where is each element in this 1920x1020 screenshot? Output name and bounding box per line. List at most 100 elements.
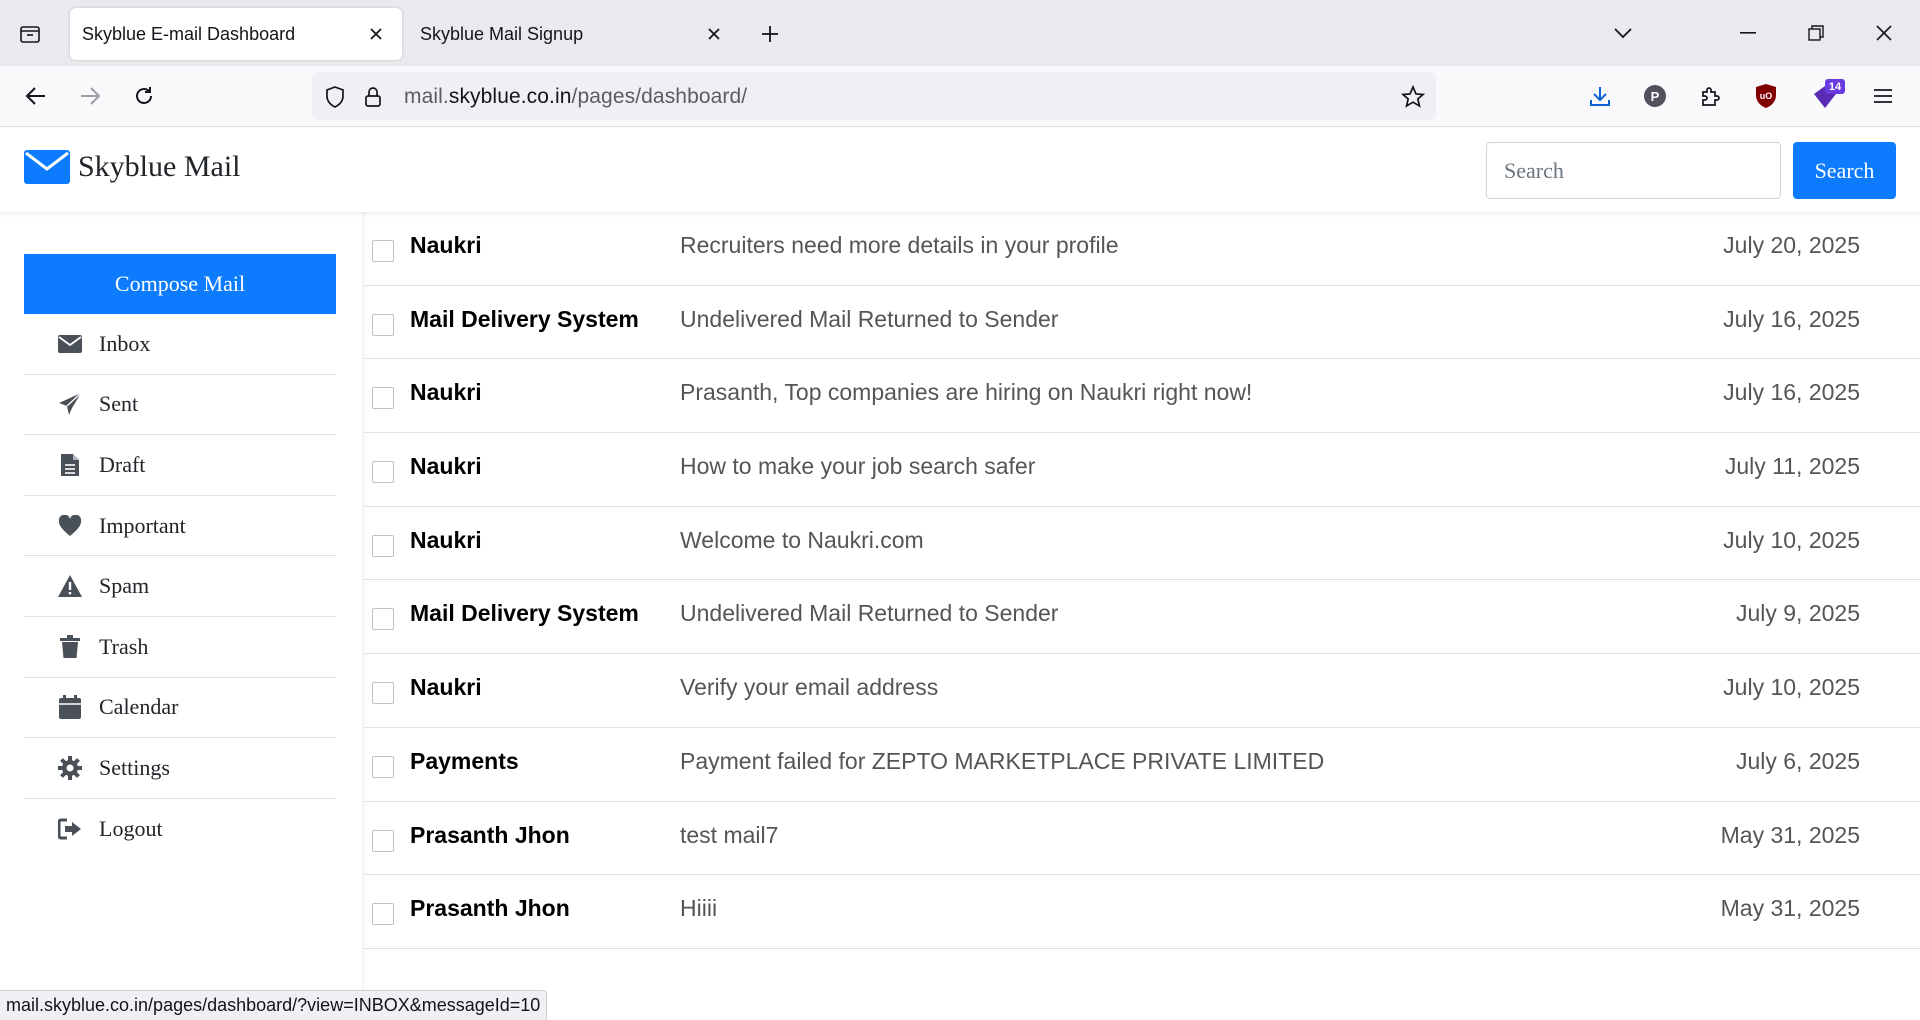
sidebar-item-label: Settings <box>99 754 170 780</box>
window-close-icon[interactable] <box>1862 12 1906 54</box>
mail-checkbox[interactable] <box>372 461 394 484</box>
calendar-icon <box>54 693 86 721</box>
tab-title: Skyblue Mail Signup <box>420 23 584 44</box>
sidebar-item-logout[interactable]: Logout <box>24 799 336 860</box>
mail-checkbox[interactable] <box>372 682 394 705</box>
mail-date: July 16, 2025 <box>1723 379 1860 406</box>
mail-checkbox[interactable] <box>372 240 394 262</box>
mail-list: Naukri Recruiters need more details in yo… <box>364 212 1920 949</box>
sidebar-item-label: Calendar <box>99 694 179 720</box>
mail-row[interactable]: Naukri Verify your email address July 10, … <box>364 654 1920 728</box>
close-icon[interactable] <box>362 20 390 48</box>
svg-text:14: 14 <box>1829 81 1842 93</box>
mail-checkbox[interactable] <box>372 313 394 336</box>
lock-icon[interactable] <box>360 84 386 110</box>
minimize-icon[interactable] <box>1726 12 1770 54</box>
tab-dashboard[interactable]: Skyblue E-mail Dashboard <box>70 8 402 60</box>
tab-overview-icon[interactable] <box>12 16 48 52</box>
sidebar-item-draft[interactable]: Draft <box>24 435 336 496</box>
mail-subject: Welcome to Naukri.com <box>680 526 924 553</box>
mail-sender: Naukri <box>410 453 482 480</box>
mail-subject: test mail7 <box>680 821 779 848</box>
url-text[interactable]: mail.skyblue.co.in/pages/dashboard/ <box>404 85 747 109</box>
mail-subject: Undelivered Mail Returned to Sender <box>680 600 1059 627</box>
mail-row[interactable]: Payments Payment failed for ZEPTO MARKETP… <box>364 728 1920 802</box>
mail-sender: Naukri <box>410 526 482 553</box>
search-input[interactable] <box>1486 142 1781 199</box>
logout-icon <box>54 815 86 843</box>
mail-sender: Prasanth Jhon <box>410 821 570 848</box>
mail-subject: How to make your job search safer <box>680 453 1036 480</box>
mail-checkbox[interactable] <box>372 755 394 778</box>
sidebar-item-sent[interactable]: Sent <box>24 375 336 436</box>
mail-sender: Mail Delivery System <box>410 305 639 332</box>
sidebar-item-spam[interactable]: Spam <box>24 556 336 617</box>
paper-plane-icon <box>54 390 86 418</box>
sidebar-item-inbox[interactable]: Inbox <box>24 314 336 375</box>
extension-badge-icon[interactable]: 14 <box>1809 78 1845 114</box>
mail-sender: Naukri <box>410 674 482 701</box>
ublock-shield-icon[interactable]: uO <box>1748 78 1784 114</box>
back-arrow-icon[interactable] <box>16 76 56 116</box>
mail-date: July 9, 2025 <box>1735 600 1860 627</box>
heart-icon <box>54 512 86 540</box>
mail-row[interactable]: Naukri Prasanth, Top companies are hiring… <box>364 359 1920 434</box>
sidebar-item-calendar[interactable]: Calendar <box>24 678 336 739</box>
mail-checkbox[interactable] <box>372 608 394 631</box>
page: Skyblue Mail Search Compose Mail Inbox S… <box>0 128 1920 1020</box>
gear-icon <box>54 754 86 782</box>
sidebar-item-important[interactable]: Important <box>24 496 336 557</box>
mail-row[interactable]: Prasanth Jhon test mail7 May 31, 2025 <box>364 802 1920 876</box>
sidebar-item-trash[interactable]: Trash <box>24 617 336 678</box>
mail-row[interactable]: Naukri Recruiters need more details in yo… <box>364 212 1920 286</box>
app-header: Skyblue Mail Search <box>0 128 1920 212</box>
mail-checkbox[interactable] <box>372 829 394 852</box>
browser-tab-bar: Skyblue E-mail Dashboard Skyblue Mail Si… <box>0 0 1920 66</box>
mail-sender: Payments <box>410 747 519 774</box>
mail-subject: Recruiters need more details in your pro… <box>680 232 1119 258</box>
extensions-puzzle-icon[interactable] <box>1692 78 1728 114</box>
mail-subject: Verify your email address <box>680 674 939 701</box>
download-icon[interactable] <box>1582 78 1618 114</box>
bookmark-star-icon[interactable] <box>1400 84 1426 110</box>
mail-subject: Payment failed for ZEPTO MARKETPLACE PRI… <box>680 747 1325 774</box>
brand-title: Skyblue Mail <box>78 150 241 183</box>
mail-checkbox[interactable] <box>372 903 394 926</box>
mail-row[interactable]: Prasanth Jhon Hiiii May 31, 2025 <box>364 875 1920 949</box>
mail-subject: Undelivered Mail Returned to Sender <box>680 305 1059 332</box>
mail-row[interactable]: Naukri How to make your job search safer J… <box>364 433 1920 507</box>
mail-subject: Hiiii <box>680 895 718 922</box>
mail-date: July 20, 2025 <box>1723 232 1860 258</box>
mail-date: July 11, 2025 <box>1724 453 1860 480</box>
mail-date: July 6, 2025 <box>1735 747 1860 774</box>
hamburger-menu-icon[interactable] <box>1865 78 1901 114</box>
envelope-icon <box>54 330 86 358</box>
browser-nav-bar: mail.skyblue.co.in/pages/dashboard/ P uO… <box>0 66 1920 127</box>
mail-sender: Naukri <box>410 232 482 258</box>
forward-arrow-icon[interactable] <box>70 76 110 116</box>
tab-title: Skyblue E-mail Dashboard <box>82 23 296 44</box>
mail-row[interactable]: Mail Delivery System Undelivered Mail Ret… <box>364 580 1920 655</box>
mail-date: July 10, 2025 <box>1723 526 1860 553</box>
envelope-logo-icon <box>24 150 70 184</box>
mail-checkbox[interactable] <box>372 534 394 557</box>
restore-icon[interactable] <box>1794 12 1838 54</box>
close-icon[interactable] <box>700 20 728 48</box>
link-status-bar: mail.skyblue.co.in/pages/dashboard/?view… <box>0 990 548 1020</box>
sidebar-item-settings[interactable]: Settings <box>24 738 336 799</box>
list-tabs-chevron-down-icon[interactable] <box>1601 12 1645 54</box>
mail-row[interactable]: Naukri Welcome to Naukri.com July 10, 2025 <box>364 507 1920 581</box>
shield-icon[interactable] <box>322 84 348 110</box>
svg-text:P: P <box>1651 89 1660 104</box>
tab-signup[interactable]: Skyblue Mail Signup <box>408 8 740 60</box>
mail-subject: Prasanth, Top companies are hiring on Na… <box>680 379 1253 406</box>
address-bar[interactable]: mail.skyblue.co.in/pages/dashboard/ <box>312 72 1436 120</box>
search-button[interactable]: Search <box>1793 142 1896 199</box>
mail-row[interactable]: Mail Delivery System Undelivered Mail Ret… <box>364 286 1920 360</box>
compose-mail-button[interactable]: Compose Mail <box>24 254 336 314</box>
mail-checkbox[interactable] <box>372 387 394 410</box>
profile-p-icon[interactable]: P <box>1637 78 1673 114</box>
reload-icon[interactable] <box>124 76 164 116</box>
brand[interactable]: Skyblue Mail <box>24 150 241 184</box>
new-tab-plus-icon[interactable] <box>752 16 788 52</box>
